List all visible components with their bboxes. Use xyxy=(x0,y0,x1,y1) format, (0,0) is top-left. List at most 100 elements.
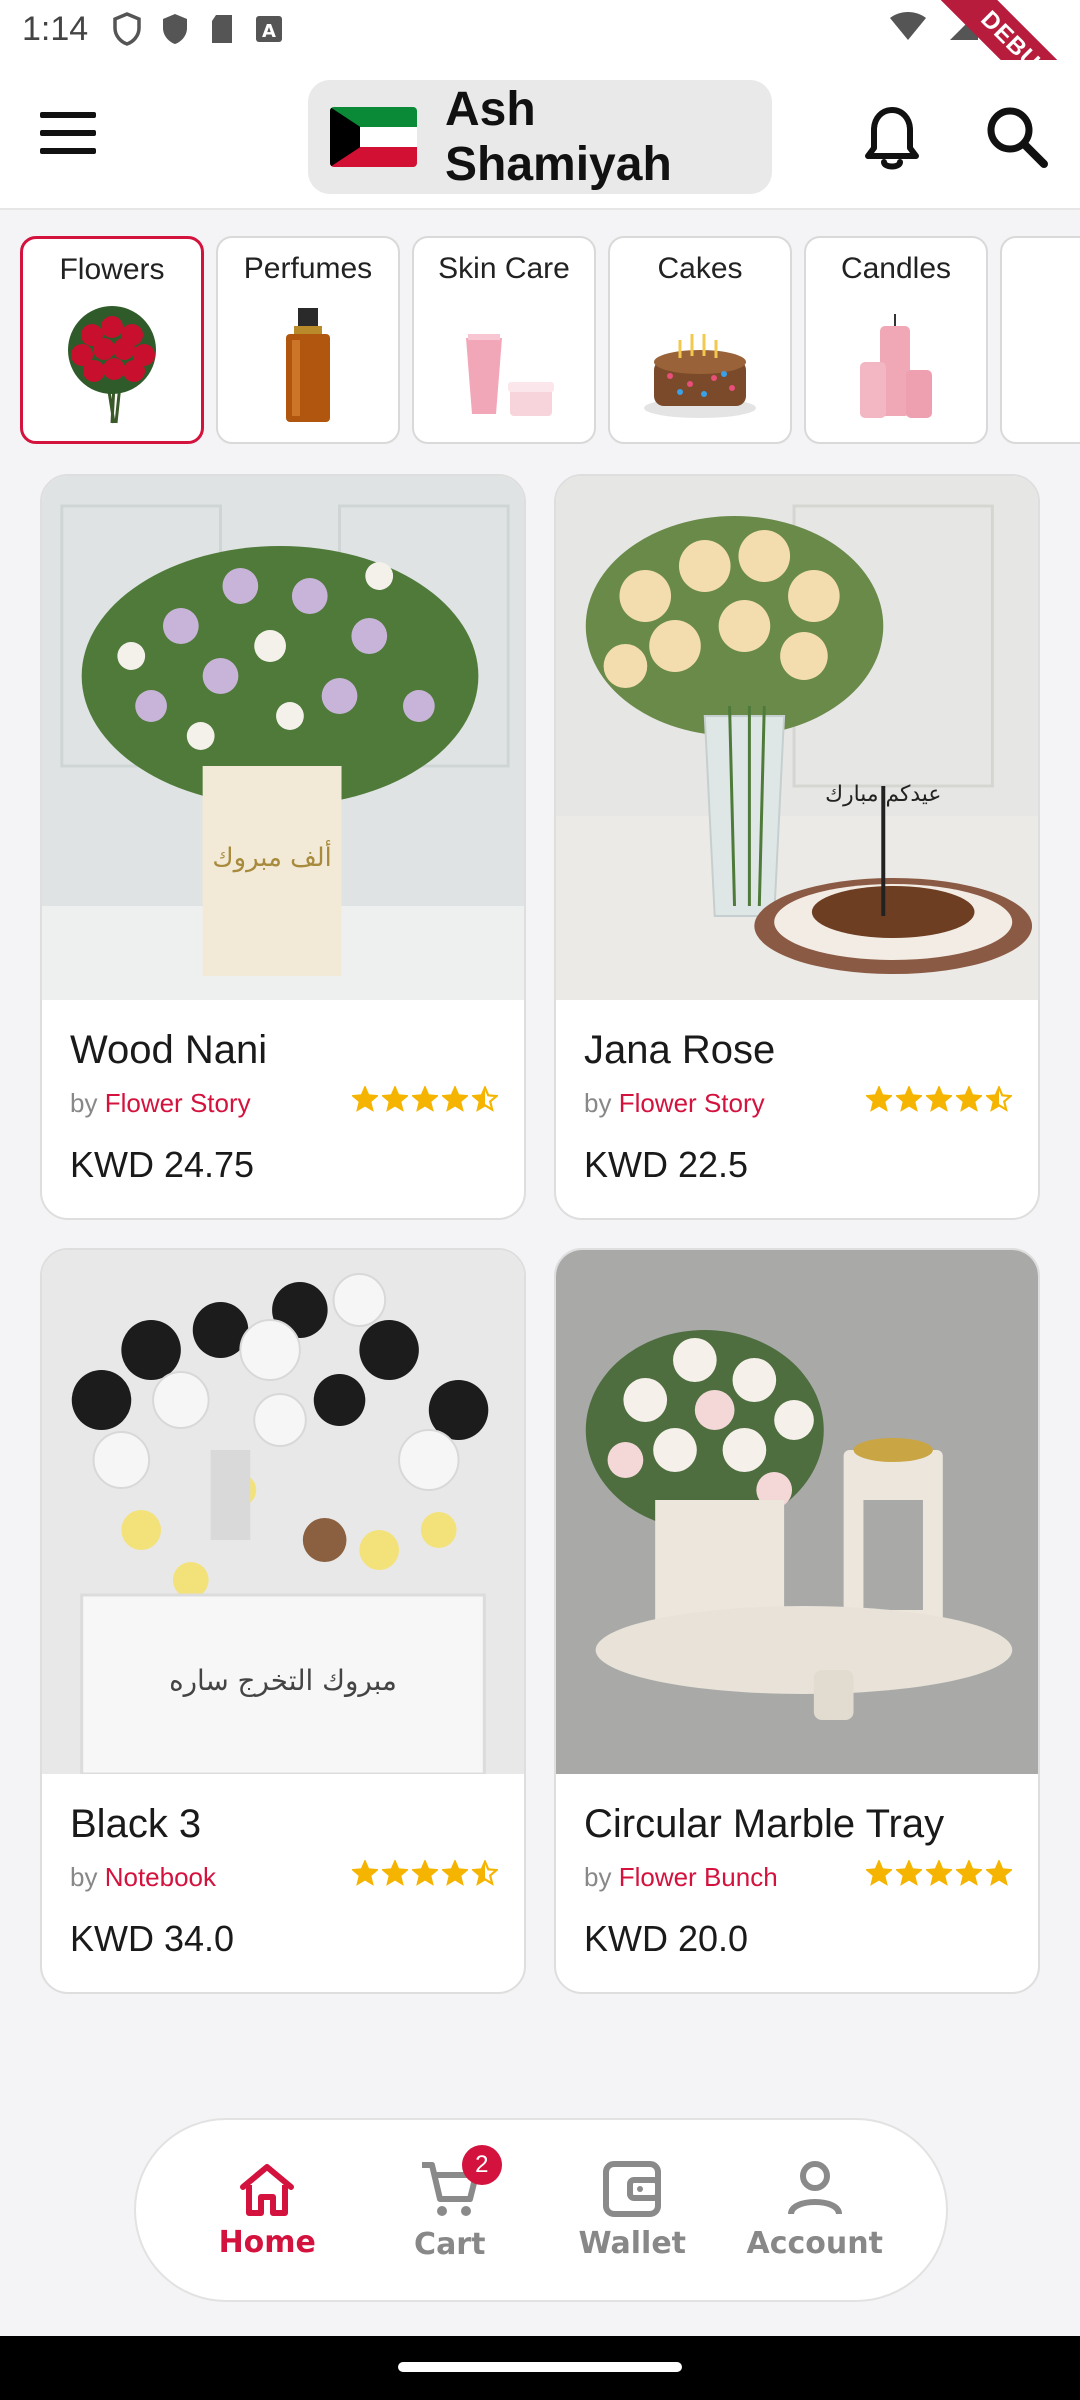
country-name: Ash Shamiyah xyxy=(445,83,672,191)
nav-label: Cart xyxy=(414,2226,486,2262)
sd-card-icon xyxy=(212,15,232,43)
svg-text:A: A xyxy=(262,21,276,42)
product-image: ألف مبروك xyxy=(42,476,524,1000)
search-icon xyxy=(987,107,1048,168)
category-cakes[interactable]: Cakes xyxy=(608,236,792,444)
product-price: KWD 22.5 xyxy=(584,1144,749,1185)
shield-filled-icon xyxy=(163,14,187,44)
seller-link[interactable]: Flower Story xyxy=(619,1088,765,1118)
category-partial[interactable]: P xyxy=(1000,236,1080,444)
card-image-text: عيدكم مبارك xyxy=(825,782,941,807)
product-name: Circular Marble Tray xyxy=(584,1802,945,1846)
star-icon xyxy=(472,1860,498,1886)
star-icon xyxy=(956,1860,982,1886)
product-seller: by Notebook xyxy=(70,1862,217,1892)
text-app-icon: A xyxy=(256,16,282,42)
star-icon xyxy=(866,1086,892,1112)
bottom-navigation: Home 2 Cart Wallet Account xyxy=(134,2118,948,2302)
cart-badge: 2 xyxy=(461,2144,502,2185)
product-card-jana-rose[interactable]: عيدكم مبارك Jana Rose by Flower Story KW… xyxy=(554,474,1040,1220)
account-icon xyxy=(787,2160,842,2215)
category-label: Perfumes xyxy=(243,252,373,285)
kuwait-flag-icon xyxy=(330,107,417,167)
category-flowers[interactable]: Flowers xyxy=(20,236,204,444)
product-price: KWD 24.75 xyxy=(70,1144,255,1185)
wifi-icon xyxy=(890,12,926,40)
star-icon xyxy=(352,1086,378,1112)
status-notification-icons: A xyxy=(112,12,284,46)
star-icon xyxy=(896,1086,922,1112)
card-image-text: ألف مبروك xyxy=(212,839,331,873)
star-icon xyxy=(412,1860,438,1886)
app-header: Ash Shamiyah xyxy=(0,60,1080,210)
product-card-black-3[interactable]: مبروك التخرج ساره Black 3 by Notebook KW… xyxy=(40,1248,526,1994)
nav-account[interactable]: Account xyxy=(735,2160,895,2261)
rating-stars xyxy=(866,1086,1012,1112)
shield-outline-icon xyxy=(113,12,141,46)
product-price: KWD 34.0 xyxy=(70,1918,235,1959)
app-screen: 1:14 A DEBUG Ash Shamiyah Flowers Perfum… xyxy=(0,0,1080,2400)
perfume-icon xyxy=(248,304,368,424)
notifications-button[interactable] xyxy=(860,104,924,176)
nav-cart[interactable]: 2 Cart xyxy=(370,2144,530,2262)
star-icon xyxy=(352,1860,378,1886)
category-list: Flowers Perfumes Skin Care Cakes Candles xyxy=(20,236,1080,446)
star-icon xyxy=(926,1086,952,1112)
nav-label: Home xyxy=(218,2224,316,2260)
category-label: Skin Care xyxy=(438,252,570,285)
product-seller: by Flower Story xyxy=(584,1088,765,1118)
star-icon xyxy=(986,1860,1012,1886)
star-icon xyxy=(442,1860,468,1886)
wallet-icon xyxy=(603,2160,662,2217)
cake-icon xyxy=(640,304,760,424)
product-name: Wood Nani xyxy=(70,1028,268,1072)
star-icon xyxy=(956,1086,982,1112)
product-name: Black 3 xyxy=(70,1802,202,1846)
product-name: Jana Rose xyxy=(584,1028,776,1072)
star-icon xyxy=(472,1086,498,1112)
star-icon xyxy=(442,1086,468,1112)
star-icon xyxy=(926,1860,952,1886)
product-image: مبروك التخرج ساره xyxy=(42,1250,524,1774)
product-image xyxy=(556,1250,1038,1774)
nav-wallet[interactable]: Wallet xyxy=(552,2160,712,2261)
star-icon xyxy=(382,1860,408,1886)
product-seller: by Flower Story xyxy=(70,1088,251,1118)
status-bar: 1:14 A DEBUG xyxy=(0,0,1080,151)
category-label: Cakes xyxy=(657,252,743,285)
product-card-wood-nani[interactable]: ألف مبروك Wood Nani by Flower Story KWD … xyxy=(40,474,526,1220)
category-label: Candles xyxy=(840,252,952,285)
star-icon xyxy=(412,1086,438,1112)
card-image-text: مبروك التخرج ساره xyxy=(169,1664,397,1698)
country-selector[interactable]: Ash Shamiyah xyxy=(308,80,772,194)
nav-home[interactable]: Home xyxy=(187,2161,347,2260)
star-icon xyxy=(866,1860,892,1886)
nav-label: Wallet xyxy=(578,2225,687,2261)
product-seller: by Flower Bunch xyxy=(584,1862,778,1892)
home-gesture-handle[interactable] xyxy=(398,2362,682,2372)
nav-label: Account xyxy=(746,2225,883,2261)
menu-icon xyxy=(40,112,96,118)
rating-stars xyxy=(352,1860,498,1886)
product-image: عيدكم مبارك xyxy=(556,476,1038,1000)
search-button[interactable] xyxy=(982,102,1052,172)
rating-stars xyxy=(352,1086,498,1112)
category-candles[interactable]: Candles xyxy=(804,236,988,444)
seller-link[interactable]: Notebook xyxy=(105,1862,216,1892)
rating-stars xyxy=(866,1860,1012,1886)
menu-button[interactable] xyxy=(40,112,100,158)
bell-icon xyxy=(865,107,919,170)
candle-icon xyxy=(836,304,956,424)
category-skin-care[interactable]: Skin Care xyxy=(412,236,596,444)
seller-link[interactable]: Flower Story xyxy=(105,1088,251,1118)
category-label: Flowers xyxy=(59,253,165,286)
product-card-circular-marble-tray[interactable]: Circular Marble Tray by Flower Bunch KWD… xyxy=(554,1248,1040,1994)
product-price: KWD 20.0 xyxy=(584,1918,749,1959)
skin-care-icon xyxy=(444,304,564,424)
category-perfumes[interactable]: Perfumes xyxy=(216,236,400,444)
home-icon xyxy=(240,2163,295,2216)
flowers-icon xyxy=(52,305,172,425)
status-time: 1:14 xyxy=(22,10,89,48)
star-icon xyxy=(986,1086,1012,1112)
seller-link[interactable]: Flower Bunch xyxy=(619,1862,778,1892)
